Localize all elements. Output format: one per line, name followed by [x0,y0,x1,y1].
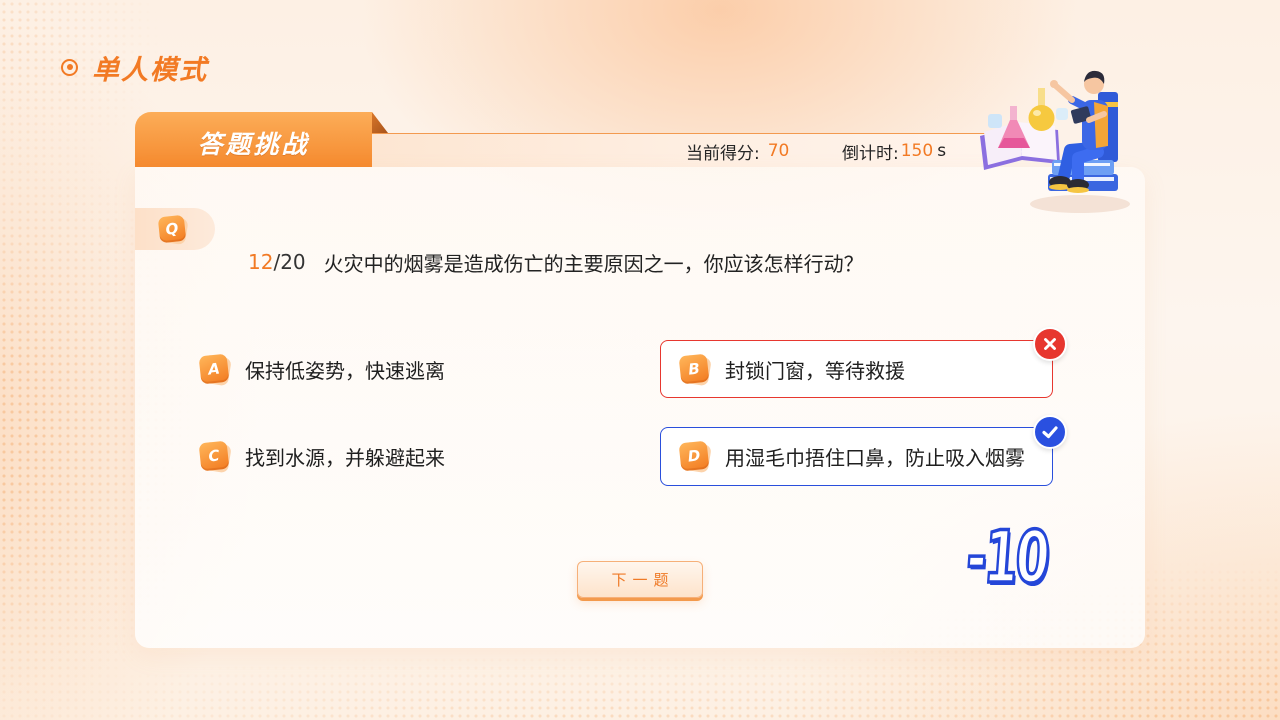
option-text: 封锁门窗，等待救援 [725,358,905,383]
target-center-dot [66,64,73,70]
timer-unit: s [937,141,947,161]
element-bubble [988,114,1002,128]
question-badge-letter: Q [157,214,187,244]
check-mark-glyph [1042,426,1058,439]
question-badge-icon: Q [157,214,189,246]
flask-body [1028,105,1055,131]
person-hand [1050,80,1058,88]
option-letter: A [198,353,230,385]
option-text: 保持低姿势，快速逃离 [245,358,445,383]
option-letter-badge: B [678,353,712,387]
timer-label: 倒计时: [842,143,899,164]
option-letter: D [678,440,710,472]
shoe-sole [1067,187,1089,193]
question-current-number: 12 [248,250,274,274]
option-letter-badge: D [678,440,712,474]
challenge-tab-label: 答题挑战 [197,129,310,159]
option-text: 找到水源，并躲避起来 [245,445,445,470]
x-mark-glyph [1044,338,1056,350]
option-text: 用湿毛巾捂住口鼻，防止吸入烟雾 [725,446,1025,470]
mode-header: 单人模式 [61,50,208,86]
option-c[interactable]: C 找到水源，并躲避起来 [180,427,573,485]
question-text: 火灾中的烟雾是造成伤亡的主要原因之一，你应该怎样行动？ [323,251,864,276]
option-d[interactable]: D 用湿毛巾捂住口鼻，防止吸入烟雾 [660,415,1067,486]
quiz-screen: 单人模式 答题挑战 当前得分: 70 倒计时: 150 s Q 12 /20 火… [0,0,1280,720]
option-letter: B [678,353,710,385]
option-letter: C [198,440,230,472]
element-bubble [1056,108,1068,120]
option-b[interactable]: B 封锁门窗，等待救援 [660,327,1067,398]
score-penalty: -10 [962,514,1051,601]
flask-highlight [1033,110,1041,116]
next-question-button[interactable]: 下一题 [577,561,703,598]
question-card: Q 12 /20 火灾中的烟雾是造成伤亡的主要原因之一，你应该怎样行动？ A 保… [135,167,1145,648]
score-display: 当前得分: 70 [686,140,790,164]
challenge-tab: 答题挑战 [135,112,372,167]
question-tab: Q [135,208,215,250]
mode-title: 单人模式 [92,54,208,86]
score-value: 70 [767,141,790,161]
person-forearm [1053,83,1075,103]
option-letter-badge: C [198,440,232,474]
person-vest [1094,102,1108,148]
countdown-timer: 倒计时: 150 s [842,140,947,164]
scientist-reading-illustration [980,70,1130,213]
wrong-x-icon [1033,327,1067,361]
tab-ribbon-fold [372,112,388,133]
question-total: /20 [273,250,306,274]
next-question-label: 下一题 [611,571,675,589]
flask-neck [1010,106,1017,122]
yellow-flask [1028,88,1055,131]
target-dot-icon [61,58,78,76]
correct-check-icon [1033,415,1067,449]
question-line: 12 /20 火灾中的烟雾是造成伤亡的主要原因之一，你应该怎样行动？ [248,249,864,276]
option-a[interactable]: A 保持低姿势，快速逃离 [180,340,573,398]
option-letter-badge: A [198,353,232,387]
score-label: 当前得分: [686,143,760,164]
timer-value: 150 [900,141,934,161]
illustration-shadow [1030,195,1130,213]
